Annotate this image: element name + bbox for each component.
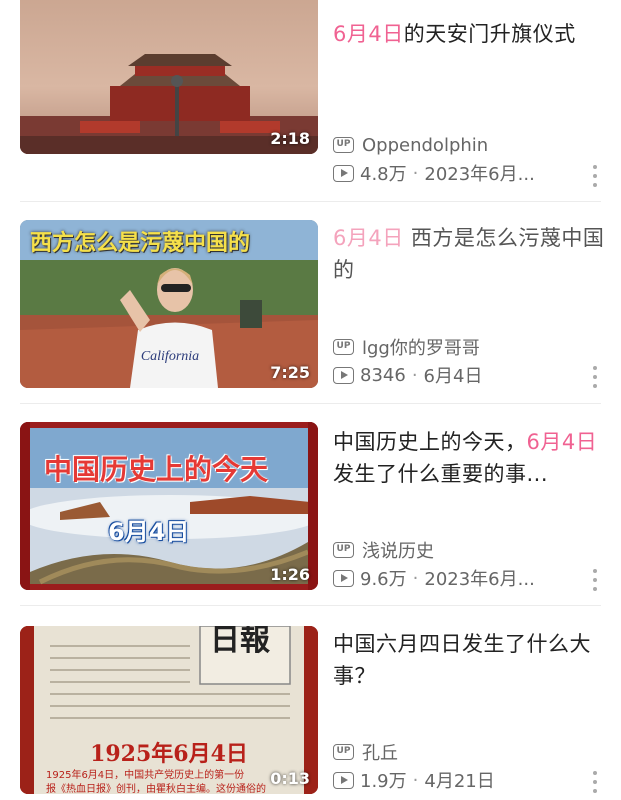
title-text: 发生了什么重要的事... [333,462,549,486]
view-count: 9.6万 [360,569,407,590]
view-count: 8346 [360,364,406,386]
more-options-icon[interactable] [591,771,599,793]
uploader-icon: UP [333,137,354,153]
stats-row: 9.6万 · 2023年6月... [333,564,613,592]
more-options-icon[interactable] [591,165,599,187]
title-highlight: 6月4日 [526,430,598,454]
video-thumbnail[interactable]: California 西方怎么是污蔑中国的 7:25 [20,220,318,388]
video-meta: UP 浅说历史 9.6万 · 2023年6月... [333,536,613,592]
separator: · [412,162,419,184]
upload-date: 2023年6月... [424,164,535,185]
title-highlight: 6月4日 [333,226,404,250]
video-item[interactable]: 中国历史上的今天 6月4日 1:26 中国历史上的今天，6月4日发生了什么重要的… [0,404,621,606]
video-list: 2:18 6月4日的天安门升旗仪式 UP Oppendolphin 4.8万 ·… [0,0,621,800]
separator: · [412,769,419,791]
video-meta: UP 孔丘 1.9万 · 4月21日 [333,738,613,794]
upload-date: 4月21日 [424,771,495,792]
video-title[interactable]: 中国历史上的今天，6月4日发生了什么重要的事... [333,426,609,490]
view-count: 4.8万 [360,164,407,185]
svg-text:California: California [141,349,199,364]
video-title[interactable]: 6月4日的天安门升旗仪式 [333,18,609,50]
thumbnail-caption: 中国历史上的今天 [44,453,269,486]
video-thumbnail[interactable]: 中国历史上的今天 6月4日 1:26 [20,422,318,590]
thumbnail-caption: 1925年6月4日 [90,741,248,767]
view-count: 1.9万 [360,771,407,792]
uploader-icon: UP [333,744,354,760]
upload-date: 2023年6月... [424,569,535,590]
video-duration: 0:13 [270,769,310,788]
thumbnail-caption-line: 1925年6月4日，中国共产党历史上的第一份 [46,770,245,781]
video-title[interactable]: 中国六月四日发生了什么大事？ [333,628,609,692]
video-duration: 1:26 [270,565,310,584]
video-duration: 2:18 [270,129,310,148]
more-options-icon[interactable] [591,569,599,591]
thumbnail-caption-line: 报《热血日报》创刊，由瞿秋白主编。这份通俗的 [46,784,266,794]
uploader-name: 孔丘 [362,743,398,764]
video-item[interactable]: California 西方怎么是污蔑中国的 7:25 6月4日 西方是怎么污蔑中… [0,202,621,404]
title-highlight: 6月4日 [333,22,404,46]
uploader-row[interactable]: UP 孔丘 [333,738,613,766]
separator: · [412,567,419,589]
play-count-icon [333,164,354,182]
thumbnail-caption: 西方怎么是污蔑中国的 [30,231,251,256]
newspaper-masthead: 日報 [210,626,270,658]
video-item[interactable]: 2:18 6月4日的天安门升旗仪式 UP Oppendolphin 4.8万 ·… [0,0,621,202]
title-text: 的天安门升旗仪式 [403,22,576,46]
video-item[interactable]: 日報 1925年6月4日 1925年6月4日，中国共产党历史上的第一份 报《热血… [0,606,621,800]
uploader-row[interactable]: UP lgg你的罗哥哥 [333,333,613,361]
uploader-name: Oppendolphin [362,134,489,156]
video-title[interactable]: 6月4日 西方是怎么污蔑中国的 [333,222,609,286]
video-meta: UP lgg你的罗哥哥 8346 · 6月4日 [333,333,613,389]
title-prefix: 中国历史上的今天， [333,430,527,454]
stats-row: 8346 · 6月4日 [333,361,613,389]
uploader-icon: UP [333,542,354,558]
more-options-icon[interactable] [591,366,599,388]
video-meta: UP Oppendolphin 4.8万 · 2023年6月... [333,131,613,187]
thumbnail-date: 6月4日 [108,518,190,546]
upload-date: 6月4日 [423,366,483,387]
video-duration: 7:25 [270,363,310,382]
separator: · [411,364,418,386]
uploader-name: 浅说历史 [362,541,434,562]
uploader-name: lgg你的罗哥哥 [362,338,480,359]
stats-row: 4.8万 · 2023年6月... [333,159,613,187]
uploader-row[interactable]: UP Oppendolphin [333,131,613,159]
uploader-icon: UP [333,339,354,355]
play-count-icon [333,771,354,789]
video-thumbnail[interactable]: 日報 1925年6月4日 1925年6月4日，中国共产党历史上的第一份 报《热血… [20,626,318,794]
stats-row: 1.9万 · 4月21日 [333,766,613,794]
video-thumbnail[interactable]: 2:18 [20,0,318,154]
uploader-row[interactable]: UP 浅说历史 [333,536,613,564]
play-count-icon [333,366,354,384]
title-text: 中国六月四日发生了什么大事？ [333,632,591,688]
play-count-icon [333,569,354,587]
